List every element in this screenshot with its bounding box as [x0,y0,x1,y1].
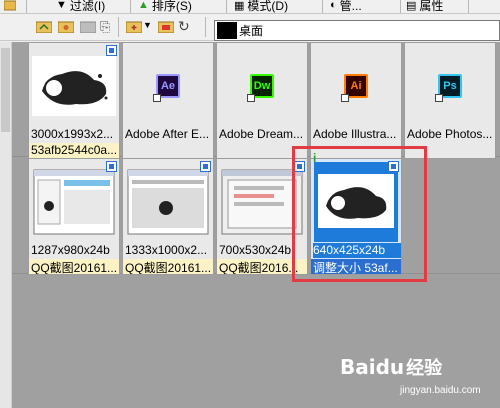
tile-filename: 53afb2544c0a... [29,143,119,158]
filter-label: 过滤(I) [69,0,106,13]
folder-up-icon[interactable] [36,20,52,33]
sort-icon: ▲ [138,0,149,11]
tile-dimensions: 1287x980x24b [31,243,110,257]
folder-back-icon[interactable] [58,20,74,33]
mode-icon: ▦ [234,0,245,12]
tile-filename: QQ截图20161... [123,259,213,274]
dreamweaver-icon: Dw [247,74,274,102]
thumbnail-tile[interactable]: 3000x1993x2... 53afb2544c0a... [28,42,120,159]
watermark-logo: Baidu [340,355,405,379]
app-thumbnail: Ai [314,46,398,126]
tile-dimensions: 3000x1993x2... [31,127,114,141]
badge-icon [106,45,117,56]
app-thumbnail: Ae [126,46,210,126]
copy-icon[interactable]: ⎘ [100,19,110,35]
sort-button[interactable]: ▲ 排序(S) [138,0,192,13]
illustrator-icon: Ai [341,74,368,102]
sort-label: 排序(S) [151,0,192,13]
manage-label: 管... [339,0,362,13]
mode-button[interactable]: ▦ 模式(D) [234,0,289,13]
main-toolbar: ▼ 过滤(I) ▲ 排序(S) ▦ 模式(D) ◐ 管... ▤ 属性 [0,0,500,14]
filter-button[interactable]: ▼ 过滤(I) [56,0,106,13]
baidu-watermark: Baidu 经验 [340,354,442,380]
filter-icon: ▼ [56,0,67,11]
app-thumbnail: Dw [220,46,304,126]
watermark-cn: 经验 [406,358,443,379]
path-bar[interactable]: 桌面 [214,20,500,41]
highlight-annotation-box [292,146,427,282]
properties-icon: ▤ [406,0,417,12]
thumbnail-tile[interactable]: Ps Adobe Photos... [404,42,496,159]
toolbar-button-folder[interactable] [4,0,16,13]
badge-icon [106,161,117,172]
rotate-icon[interactable]: ↻ [178,18,190,35]
tile-filename: Adobe Dream... [219,127,304,141]
app-thumbnail: Ps [408,46,492,126]
tile-filename: QQ截图20161... [29,259,119,274]
tile-filename: Adobe Illustra... [313,127,397,141]
thumbnail-tile[interactable]: 1287x980x24b QQ截图20161... [28,158,120,275]
thumbnail-tile[interactable]: Ai Adobe Illustra... [310,42,402,159]
properties-label: 属性 [419,0,444,13]
after-effects-icon: Ae [153,74,180,102]
badge-icon [200,161,211,172]
thumbnail-tile[interactable]: Dw Adobe Dream... [216,42,308,159]
folder-icon [4,0,16,11]
thumbnail-tile[interactable]: 1333x1000x2... QQ截图20161... [122,158,214,275]
path-icon [217,22,237,39]
folder-highlight-icon[interactable] [158,20,174,33]
tile-filename: Adobe After E... [125,127,210,141]
image-thumbnail [32,46,116,126]
left-scrollbar-thumb[interactable] [1,48,10,132]
properties-button[interactable]: ▤ 属性 [406,0,444,13]
manage-icon: ◐ [330,0,337,11]
screenshot-thumbnail [32,162,116,242]
photoshop-icon: Ps [435,74,462,102]
path-text: 桌面 [239,24,264,38]
manage-button[interactable]: ◐ 管... [330,0,362,13]
chevron-down-icon[interactable]: ▼ [143,20,152,30]
thumbnail-tile[interactable]: Ae Adobe After E... [122,42,214,159]
folder-disabled-icon [80,21,96,33]
tile-filename: Adobe Photos... [407,127,493,141]
tile-dimensions: 1333x1000x2... [125,243,208,257]
new-folder-icon[interactable] [126,20,142,33]
mode-label: 模式(D) [247,0,289,13]
screenshot-thumbnail [126,162,210,242]
watermark-url: jingyan.baidu.com [400,385,481,396]
